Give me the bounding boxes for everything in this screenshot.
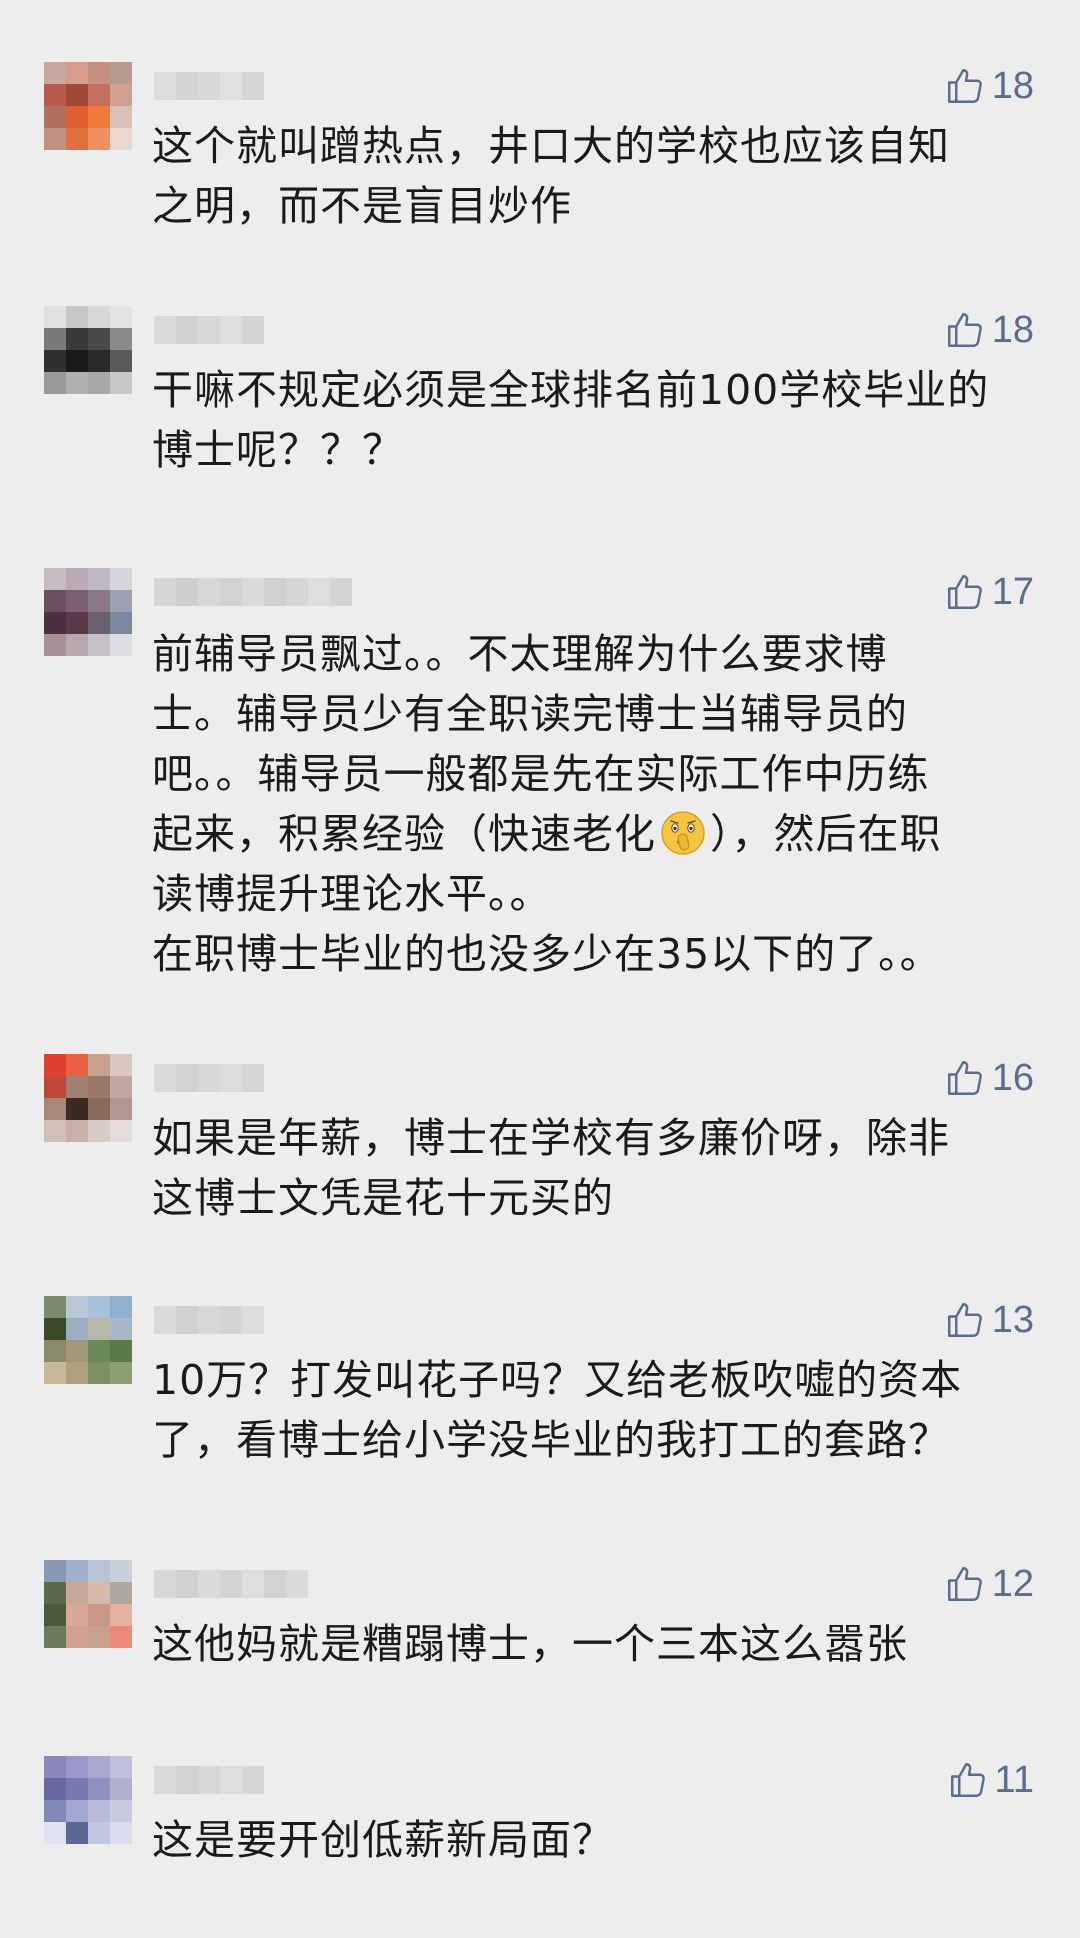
avatar[interactable] [44, 1560, 132, 1648]
thumbs-up-icon [947, 575, 982, 609]
comment-item: 17 前辅导员飘过。。不太理解为什么要求博 士。辅导员少有全职读完博士当辅导员的… [0, 568, 1080, 988]
comment-text: 10万？打发叫花子吗？又给老板吹嘘的资本 了，看博士给小学没毕业的我打工的套路？ [152, 1350, 1032, 1470]
nickname-pixelated[interactable] [154, 72, 264, 100]
comment-line: 之明，而不是盲目炒作 [152, 182, 572, 230]
comment-text: 前辅导员飘过。。不太理解为什么要求博 士。辅导员少有全职读完博士当辅导员的 吧。… [152, 624, 1032, 984]
comment-item: 18 这个就叫蹭热点，井口大的学校也应该自知 之明，而不是盲目炒作 [0, 62, 1080, 242]
avatar[interactable] [44, 1054, 132, 1142]
comment-item: 12 这他妈就是糟蹋博士，一个三本这么嚣张 [0, 1560, 1080, 1680]
comment-line: 士。辅导员少有全职读完博士当辅导员的 [152, 690, 908, 738]
like-button[interactable]: 18 [944, 308, 1034, 352]
comment-item: 11 这是要开创低薪新局面？ [0, 1756, 1080, 1876]
avatar[interactable] [44, 306, 132, 394]
nickname-pixelated[interactable] [154, 1766, 264, 1794]
comment-text: 这是要开创低薪新局面？ [152, 1810, 1032, 1870]
comment-line: 10万？打发叫花子吗？又给老板吹嘘的资本 [152, 1356, 963, 1404]
comment-line: 在职博士毕业的也没多少在35以下的了。。 [152, 930, 942, 978]
thumbs-up-icon [950, 1763, 985, 1797]
thumbs-up-icon [947, 69, 982, 103]
comment-line: 干嘛不规定必须是全球排名前100学校毕业的 [152, 366, 990, 414]
like-count: 11 [994, 1759, 1034, 1801]
like-count: 18 [991, 65, 1034, 107]
comment-line: 这个就叫蹭热点，井口大的学校也应该自知 [152, 122, 950, 170]
thumbs-up-icon [947, 1303, 982, 1337]
nickname-pixelated[interactable] [154, 1570, 308, 1610]
comment-line: 这他妈就是糟蹋博士，一个三本这么嚣张 [152, 1620, 908, 1668]
comment-line: 博士呢？？？ [152, 426, 404, 474]
comment-line: 如果是年薪，博士在学校有多廉价呀，除非 [152, 1114, 950, 1162]
comment-line-part: ），然后在职 [710, 810, 942, 858]
comment-text: 这他妈就是糟蹋博士，一个三本这么嚣张 [152, 1614, 1032, 1674]
comment-line: 读博提升理论水平。。 [152, 870, 552, 918]
avatar[interactable] [44, 568, 132, 656]
thumbs-up-icon [947, 1061, 982, 1095]
comment-item: 18 干嘛不规定必须是全球排名前100学校毕业的 博士呢？？？ [0, 306, 1080, 486]
like-button[interactable]: 16 [944, 1056, 1034, 1100]
comment-item: 16 如果是年薪，博士在学校有多廉价呀，除非 这博士文凭是花十元买的 [0, 1054, 1080, 1234]
comment-line: 这是要开创低薪新局面？ [152, 1816, 614, 1864]
thumbs-up-icon [947, 1567, 982, 1601]
comment-line: 这博士文凭是花十元买的 [152, 1174, 614, 1222]
like-button[interactable]: 12 [944, 1562, 1034, 1606]
nickname-pixelated[interactable] [154, 1306, 264, 1334]
like-count: 12 [991, 1563, 1034, 1605]
comment-item: 13 10万？打发叫花子吗？又给老板吹嘘的资本 了，看博士给小学没毕业的我打工的… [0, 1296, 1080, 1476]
comment-text: 这个就叫蹭热点，井口大的学校也应该自知 之明，而不是盲目炒作 [152, 116, 1032, 236]
comment-line: 吧。。辅导员一般都是先在实际工作中历练 [152, 750, 930, 798]
like-button[interactable]: 17 [944, 570, 1034, 614]
like-count: 17 [991, 571, 1034, 613]
like-count: 13 [991, 1299, 1034, 1341]
comment-line: 起来，积累经验（快速老化 ），然后在职 [152, 804, 1032, 864]
thumbs-up-icon [947, 313, 982, 347]
like-button[interactable]: 13 [944, 1298, 1034, 1342]
like-button[interactable]: 11 [947, 1758, 1034, 1802]
like-count: 16 [991, 1057, 1034, 1099]
comment-line-part: 起来，积累经验（快速老化 [152, 810, 656, 858]
avatar[interactable] [44, 1756, 132, 1844]
comment-line: 了，看博士给小学没毕业的我打工的套路？ [152, 1416, 950, 1464]
nickname-pixelated[interactable] [154, 316, 264, 344]
shushing-face-emoji-icon [661, 811, 705, 855]
avatar[interactable] [44, 1296, 132, 1384]
comment-line: 前辅导员飘过。。不太理解为什么要求博 [152, 630, 888, 678]
avatar[interactable] [44, 62, 132, 150]
comment-text: 干嘛不规定必须是全球排名前100学校毕业的 博士呢？？？ [152, 360, 1032, 480]
like-count: 18 [991, 309, 1034, 351]
nickname-pixelated[interactable] [154, 1064, 264, 1104]
comment-text: 如果是年薪，博士在学校有多廉价呀，除非 这博士文凭是花十元买的 [152, 1108, 1032, 1228]
like-button[interactable]: 18 [944, 64, 1034, 108]
